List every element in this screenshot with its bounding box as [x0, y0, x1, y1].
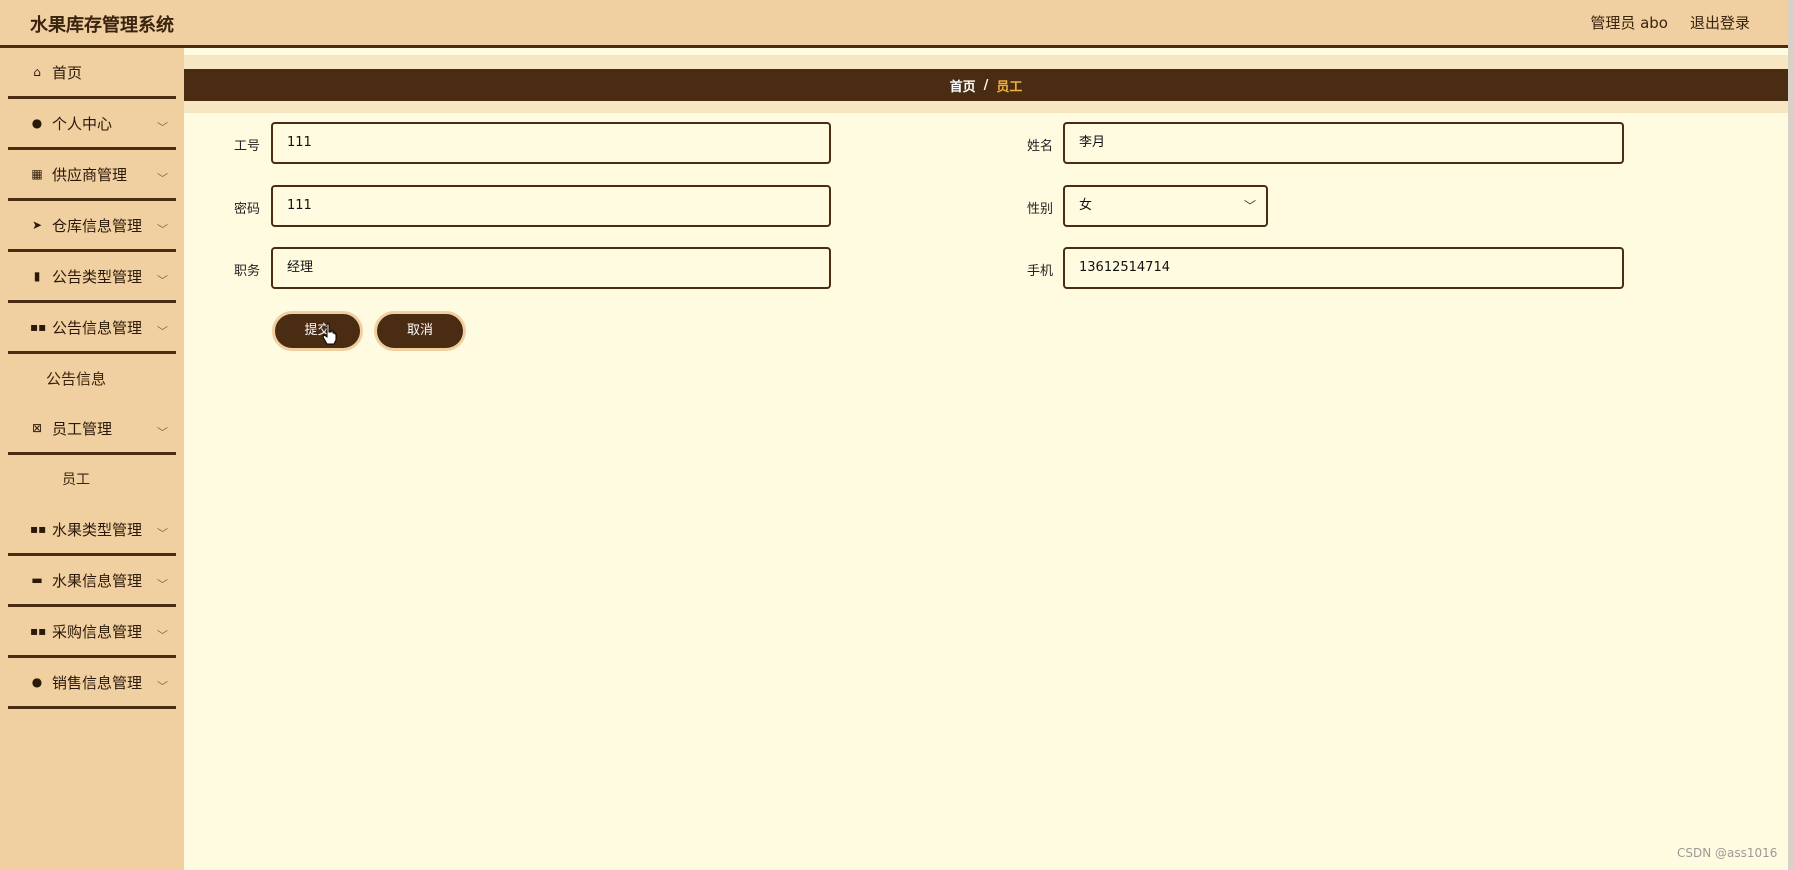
sidebar-item-label: 销售信息管理 [52, 673, 143, 692]
chevron-down-icon: ﹀ [1243, 199, 1256, 213]
clipboard-x-icon: ⊠ [31, 421, 43, 435]
submit-button[interactable]: 提交 [272, 311, 363, 351]
breadcrumb-current: 员工 [996, 79, 1023, 95]
content-band [184, 101, 1788, 113]
scrollbar[interactable] [1788, 0, 1794, 870]
sidebar-item-label: 员工管理 [52, 419, 113, 438]
admin-user-label: 管理员 abo [1590, 14, 1668, 32]
sidebar-item-employee[interactable]: ⊠ 员工管理 ﹀ [8, 404, 176, 455]
sidebar-item-home[interactable]: ⌂ 首页 [8, 48, 176, 99]
cancel-button[interactable]: 取消 [374, 311, 466, 351]
chevron-down-icon: ﹀ [157, 121, 168, 134]
app-title: 水果库存管理系统 [30, 15, 174, 36]
sidebar-item-label: 供应商管理 [52, 165, 128, 184]
hand-cursor-icon [322, 323, 337, 345]
chevron-down-icon: ﹀ [157, 172, 168, 185]
phone-input[interactable]: 13612514714 [1063, 247, 1624, 289]
sidebar-item-label: 首页 [52, 63, 83, 82]
grid-icon: ▦ [31, 167, 43, 181]
clipboard-icon: ▮ [33, 269, 41, 283]
breadcrumb-separator: / [983, 77, 989, 93]
chevron-down-icon: ﹀ [157, 274, 168, 287]
watermark: CSDN @ass1016 [1677, 846, 1778, 860]
sidebar-item-purchase[interactable]: ▪▪ 采购信息管理 ﹀ [8, 607, 176, 658]
sidebar-item-label: 公告类型管理 [52, 267, 143, 286]
sidebar-item-personal-center[interactable]: ● 个人中心 ﹀ [8, 99, 176, 150]
sidebar-item-fruit-type[interactable]: ▪▪ 水果类型管理 ﹀ [8, 505, 176, 556]
position-label: 职务 [233, 264, 260, 279]
sidebar: ⌂ 首页 ● 个人中心 ﹀ ▦ 供应商管理 ﹀ ➤ 仓库信息管理 ﹀ ▮ 公告类… [0, 48, 184, 870]
user-icon: ● [31, 675, 43, 689]
apps-icon: ▪▪ [30, 522, 47, 536]
content-top-strip [184, 55, 1788, 69]
chevron-down-icon: ﹀ [157, 223, 168, 236]
gender-select[interactable]: 女 ﹀ [1063, 185, 1268, 227]
sidebar-item-warehouse[interactable]: ➤ 仓库信息管理 ﹀ [8, 201, 176, 252]
sidebar-item-notice-info[interactable]: ▪▪ 公告信息管理 ﹀ [8, 303, 176, 354]
sidebar-item-notice-type[interactable]: ▮ 公告类型管理 ﹀ [8, 252, 176, 303]
chevron-down-icon: ﹀ [157, 680, 168, 693]
chevron-down-icon: ﹀ [157, 325, 168, 338]
gender-select-value: 女 [1079, 198, 1093, 213]
home-icon: ⌂ [33, 65, 41, 79]
logout-link[interactable]: 退出登录 [1690, 12, 1750, 33]
sidebar-item-label: 公告信息管理 [52, 318, 143, 337]
chevron-down-icon: ﹀ [157, 578, 168, 591]
gender-label: 性别 [1026, 202, 1053, 217]
sidebar-item-supplier[interactable]: ▦ 供应商管理 ﹀ [8, 150, 176, 201]
sidebar-item-label: 仓库信息管理 [52, 216, 143, 235]
sidebar-subitem-notice-info[interactable]: 公告信息 [0, 354, 184, 404]
top-header: 水果库存管理系统 管理员 abo 退出登录 [0, 0, 1794, 48]
ticket-icon: ▬ [31, 573, 43, 587]
apps-icon: ▪▪ [30, 320, 47, 334]
position-input[interactable]: 经理 [271, 247, 831, 289]
employee-id-input[interactable]: 111 [271, 122, 831, 164]
user-icon: ● [31, 116, 43, 130]
sidebar-item-label: 采购信息管理 [52, 622, 143, 641]
sidebar-item-label: 水果信息管理 [52, 571, 143, 590]
name-input[interactable]: 李月 [1063, 122, 1624, 164]
password-label: 密码 [233, 202, 260, 217]
chevron-down-icon: ﹀ [157, 527, 168, 540]
phone-label: 手机 [1026, 264, 1053, 279]
sidebar-item-sales[interactable]: ● 销售信息管理 ﹀ [8, 658, 176, 709]
chevron-down-icon: ﹀ [157, 629, 168, 642]
name-label: 姓名 [1026, 139, 1053, 154]
send-icon: ➤ [31, 218, 43, 232]
header-user-area: 管理员 abo 退出登录 [1590, 12, 1750, 33]
sidebar-item-fruit-info[interactable]: ▬ 水果信息管理 ﹀ [8, 556, 176, 607]
sidebar-subitem-employee[interactable]: 员工 [0, 455, 184, 505]
employee-id-label: 工号 [233, 139, 260, 154]
breadcrumb: 首页 / 员工 [184, 69, 1788, 101]
chevron-down-icon: ﹀ [157, 426, 168, 439]
breadcrumb-home[interactable]: 首页 [950, 76, 976, 95]
sidebar-item-label: 水果类型管理 [52, 520, 143, 539]
password-input[interactable]: 111 [271, 185, 831, 227]
sidebar-item-label: 个人中心 [52, 114, 113, 133]
apps-icon: ▪▪ [30, 624, 47, 638]
